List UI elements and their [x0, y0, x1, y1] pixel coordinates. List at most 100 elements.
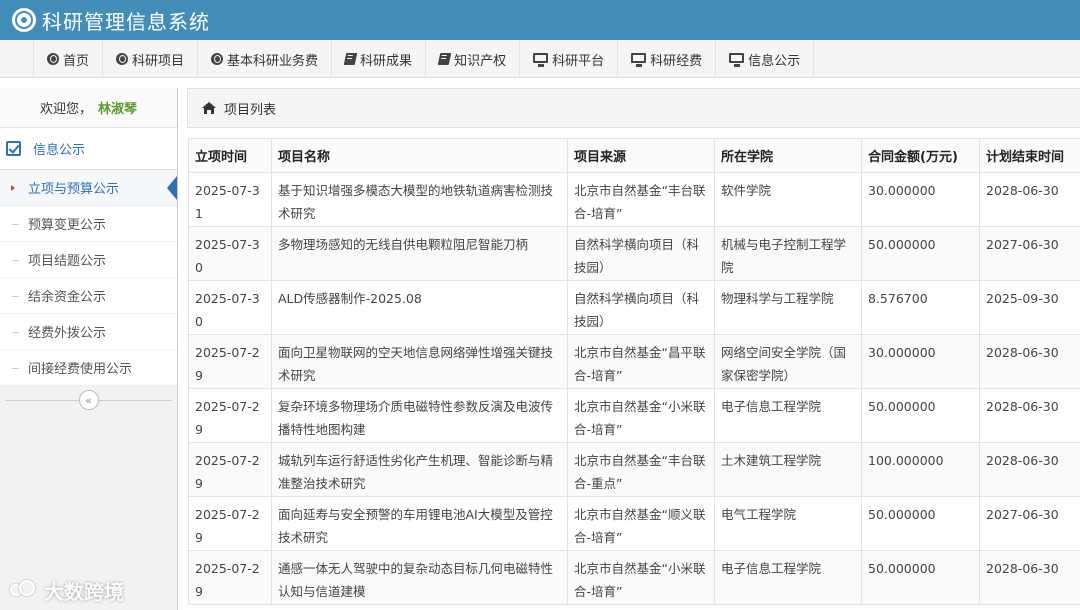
- project-source-cell: 自然科学横向项目（科技园）: [567, 226, 715, 281]
- project-name-cell[interactable]: 城轨列车运行舒适性劣化产生机理、智能诊断与精准整治技术研究: [271, 442, 568, 497]
- table-header-row: 立项时间 项目名称 项目来源 所在学院 合同金额(万元) 计划结束时间: [188, 138, 1080, 173]
- amount-cell: 100.000000: [861, 442, 980, 497]
- college-cell: 物理科学与工程学院: [714, 280, 862, 335]
- project-source-cell: 北京市自然基金“丰台联合-重点”: [567, 442, 715, 497]
- project-source-cell: 北京市自然基金“丰台联合-培育”: [567, 172, 715, 227]
- main-nav: 首页 科研项目 基本科研业务费 科研成果 知识产权 科研平台 科研经费 信息公示: [0, 40, 1080, 78]
- nav-item-2[interactable]: 基本科研业务费: [198, 40, 333, 78]
- submenu-item-5[interactable]: 间接经费使用公示: [0, 350, 177, 386]
- username: 林淑琴: [98, 102, 138, 117]
- project-name-cell[interactable]: 通感一体无人驾驶中的复杂动态目标几何电磁特性认知与信道建模: [271, 550, 568, 605]
- project-name-cell[interactable]: 基于知识增强多模态大模型的地铁轨道病害检测技术研究: [271, 172, 568, 227]
- table-row[interactable]: 2025-07-29 面向卫星物联网的空天地信息网络弹性增强关键技术研究 北京市自然…: [188, 334, 1080, 389]
- project-name-cell[interactable]: ALD传感器制作-2025.08: [271, 280, 568, 335]
- globe-icon: [211, 53, 224, 65]
- home-icon[interactable]: [202, 102, 216, 114]
- end-date-cell: 2028-06-30: [979, 388, 1080, 443]
- end-date-cell: 2027-06-30: [979, 496, 1080, 551]
- college-cell: 电子信息工程学院: [714, 388, 862, 443]
- sidebar-collapse-row: «: [0, 386, 177, 414]
- end-date-cell: 2028-06-30: [979, 550, 1080, 605]
- nav-item-label: 首页: [63, 53, 90, 69]
- nav-item-label: 信息公示: [748, 53, 801, 69]
- watermark-logo-icon: [10, 579, 36, 602]
- column-header-2[interactable]: 项目来源: [567, 138, 715, 173]
- college-cell: 电子信息工程学院: [714, 550, 862, 605]
- collapse-sidebar-button[interactable]: «: [78, 390, 99, 410]
- table-row[interactable]: 2025-07-29 通感一体无人驾驶中的复杂动态目标几何电磁特性认知与信道建模北…: [188, 550, 1080, 605]
- breadcrumb-label: 项目列表: [224, 102, 277, 118]
- table-row[interactable]: 2025-07-30 多物理场感知的无线自供电颗粒阻尼智能刀柄 自然科学横向项目（科…: [188, 226, 1080, 281]
- table-row[interactable]: 2025-07-29 面向延寿与安全预警的车用锂电池AI大模型及管控技术研究 北京市…: [188, 496, 1080, 551]
- college-cell: 机械与电子控制工程学院: [714, 226, 862, 281]
- submenu-item-4[interactable]: 经费外拨公示: [0, 314, 177, 350]
- amount-cell: 50.000000: [861, 226, 980, 281]
- table-row[interactable]: 2025-07-30 ALD传感器制作-2025.08 自然科学横向项目（科技园）物…: [188, 280, 1080, 335]
- nav-item-label: 知识产权: [454, 53, 507, 69]
- menu-section-info-publicity[interactable]: 信息公示: [0, 128, 177, 170]
- desktop-icon: [729, 52, 745, 67]
- amount-cell: 50.000000: [861, 550, 980, 605]
- submenu-item-2[interactable]: 项目结题公示: [0, 242, 177, 278]
- start-date-cell: 2025-07-31: [188, 172, 272, 227]
- column-header-1[interactable]: 项目名称: [271, 138, 568, 173]
- nav-item-5[interactable]: 科研平台: [520, 40, 619, 78]
- column-header-0[interactable]: 立项时间: [188, 138, 272, 173]
- nav-item-7[interactable]: 信息公示: [716, 40, 815, 78]
- welcome-label: 欢迎您，: [39, 102, 92, 117]
- submenu-item-0[interactable]: 立项与预算公示: [0, 170, 177, 206]
- table-row[interactable]: 2025-07-31 基于知识增强多模态大模型的地铁轨道病害检测技术研究 北京市自然…: [188, 172, 1080, 227]
- nav-item-6[interactable]: 科研经费: [618, 40, 717, 78]
- end-date-cell: 2028-06-30: [979, 442, 1080, 497]
- watermark-text: 大数跨境: [44, 580, 124, 604]
- checkbox-icon: [6, 141, 21, 156]
- end-date-cell: 2028-06-30: [979, 334, 1080, 389]
- start-date-cell: 2025-07-29: [188, 442, 272, 497]
- desktop-icon: [631, 52, 647, 67]
- college-cell: 土木建筑工程学院: [714, 442, 862, 497]
- college-cell: 软件学院: [714, 172, 862, 227]
- end-date-cell: 2027-06-30: [979, 226, 1080, 281]
- globe-icon: [116, 53, 129, 65]
- nav-item-label: 基本科研业务费: [227, 53, 319, 69]
- amount-cell: 30.000000: [861, 334, 980, 389]
- book-icon: [343, 53, 358, 65]
- app-title: 科研管理信息系统: [42, 9, 210, 34]
- start-date-cell: 2025-07-29: [188, 550, 272, 605]
- nav-item-label: 科研经费: [650, 53, 703, 69]
- project-name-cell[interactable]: 复杂环境多物理场介质电磁特性参数反演及电波传播特性地图构建: [271, 388, 568, 443]
- project-name-cell[interactable]: 多物理场感知的无线自供电颗粒阻尼智能刀柄: [271, 226, 568, 281]
- nav-item-label: 科研项目: [132, 53, 185, 69]
- book-icon: [437, 53, 452, 65]
- welcome-message: 欢迎您， 林淑琴: [0, 88, 177, 128]
- main-content: 项目列表 立项时间 项目名称 项目来源 所在学院 合同金额(万元) 计划结束时间 2025…: [187, 88, 1080, 610]
- column-header-5[interactable]: 计划结束时间: [979, 138, 1080, 173]
- menu-section-label: 信息公示: [33, 143, 86, 158]
- start-date-cell: 2025-07-30: [188, 226, 272, 281]
- column-header-4[interactable]: 合同金额(万元): [861, 138, 980, 173]
- table-row[interactable]: 2025-07-29 城轨列车运行舒适性劣化产生机理、智能诊断与精准整治技术研究北…: [188, 442, 1080, 497]
- project-source-cell: 北京市自然基金“小米联合-培育”: [567, 388, 715, 443]
- project-name-cell[interactable]: 面向卫星物联网的空天地信息网络弹性增强关键技术研究: [271, 334, 568, 389]
- column-header-3[interactable]: 所在学院: [714, 138, 862, 173]
- nav-item-4[interactable]: 知识产权: [426, 40, 521, 78]
- project-source-cell: 北京市自然基金“昌平联合-培育”: [567, 334, 715, 389]
- desktop-icon: [533, 52, 549, 67]
- end-date-cell: 2025-09-30: [979, 280, 1080, 335]
- project-name-cell[interactable]: 面向延寿与安全预警的车用锂电池AI大模型及管控技术研究: [271, 496, 568, 551]
- submenu-item-3[interactable]: 结余资金公示: [0, 278, 177, 314]
- title-bar: 科研管理信息系统: [0, 0, 1080, 40]
- nav-item-3[interactable]: 科研成果: [332, 40, 427, 78]
- start-date-cell: 2025-07-29: [188, 496, 272, 551]
- submenu-item-1[interactable]: 预算变更公示: [0, 206, 177, 242]
- university-logo-icon: [12, 8, 36, 32]
- college-cell: 网络空间安全学院（国家保密学院）: [714, 334, 862, 389]
- nav-item-0[interactable]: 首页: [34, 40, 104, 78]
- college-cell: 电气工程学院: [714, 496, 862, 551]
- globe-icon: [47, 53, 59, 65]
- nav-item-1[interactable]: 科研项目: [103, 40, 199, 78]
- amount-cell: 50.000000: [861, 388, 980, 443]
- start-date-cell: 2025-07-29: [188, 334, 272, 389]
- table-row[interactable]: 2025-07-29 复杂环境多物理场介质电磁特性参数反演及电波传播特性地图构建北…: [188, 388, 1080, 443]
- sidebar: 欢迎您， 林淑琴 信息公示 立项与预算公示 预算变更公示 项目结题公示 结余资金公示经…: [0, 88, 178, 610]
